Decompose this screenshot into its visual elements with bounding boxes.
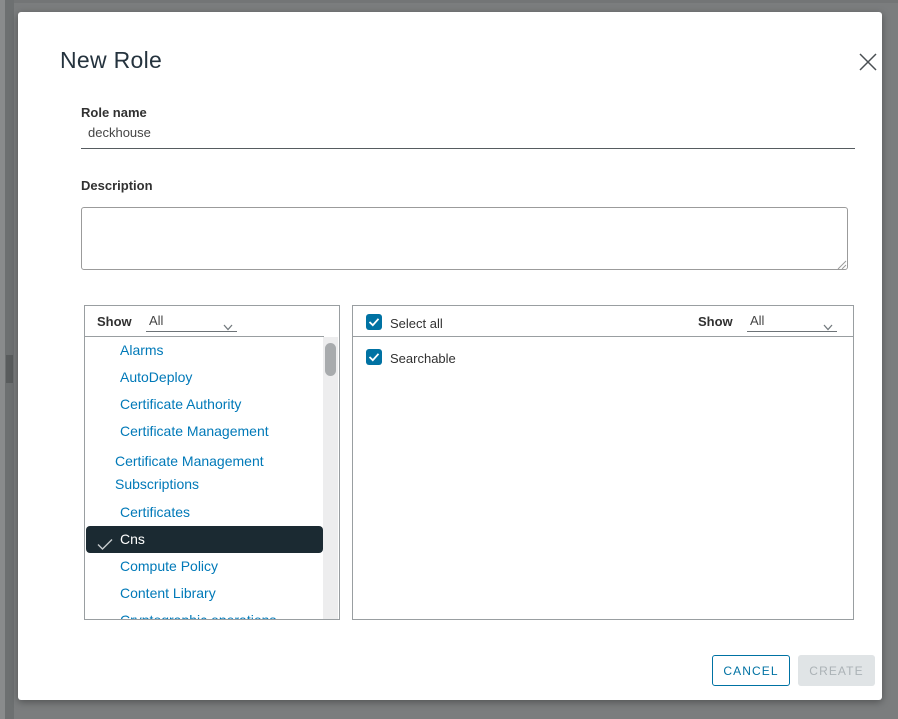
chevron-down-icon <box>223 318 233 336</box>
list-item[interactable]: Alarms <box>85 337 324 364</box>
categories-show-value: All <box>146 312 163 330</box>
new-role-dialog: New Role Role name Description Show All … <box>18 12 882 700</box>
list-item-clipped[interactable]: Cryptographic operations <box>85 607 324 619</box>
privileges-show-value: All <box>747 312 764 330</box>
list-item[interactable]: Certificate Management Subscriptions <box>85 445 324 499</box>
list-item[interactable]: Compute Policy <box>85 553 324 580</box>
list-item-label: Cns <box>120 531 145 547</box>
close-icon[interactable] <box>857 51 879 73</box>
searchable-checkbox[interactable] <box>366 349 382 365</box>
privileges-panel: Select all Show All Searchable <box>352 305 854 620</box>
show-filter-label: Show <box>698 314 733 329</box>
category-list: Alarms AutoDeploy Certificate Authority … <box>85 337 324 619</box>
categories-show-dropdown[interactable]: All <box>146 312 237 332</box>
category-list-scrollbar[interactable] <box>323 337 338 619</box>
description-label: Description <box>81 178 153 193</box>
list-item[interactable]: AutoDeploy <box>85 364 324 391</box>
cancel-button[interactable]: CANCEL <box>712 655 790 686</box>
privileges-show-dropdown[interactable]: All <box>747 312 837 332</box>
show-filter-label: Show <box>97 314 132 329</box>
list-item[interactable]: Certificate Authority <box>85 391 324 418</box>
checkmark-icon <box>97 533 113 560</box>
list-item[interactable]: Certificates <box>85 499 324 526</box>
page-top-edge <box>0 0 898 3</box>
select-all-checkbox[interactable] <box>366 314 382 330</box>
resize-grip-icon[interactable] <box>836 257 847 268</box>
description-textarea[interactable] <box>81 207 848 270</box>
chevron-down-icon <box>823 318 833 336</box>
list-item-selected[interactable]: Cns <box>86 526 323 553</box>
create-button[interactable]: CREATE <box>798 655 875 686</box>
scrollbar-thumb[interactable] <box>325 343 336 376</box>
role-name-label: Role name <box>81 105 147 120</box>
role-name-input[interactable] <box>81 121 855 149</box>
list-item[interactable]: Content Library <box>85 580 324 607</box>
select-all-label: Select all <box>390 316 443 331</box>
panel-header-divider <box>353 336 853 337</box>
list-item[interactable]: Certificate Management <box>85 418 324 445</box>
dialog-title: New Role <box>60 47 162 74</box>
categories-panel: Show All Alarms AutoDeploy Certificate A… <box>84 305 340 620</box>
page-scrollbar-thumb <box>6 355 13 383</box>
searchable-label: Searchable <box>390 351 456 366</box>
